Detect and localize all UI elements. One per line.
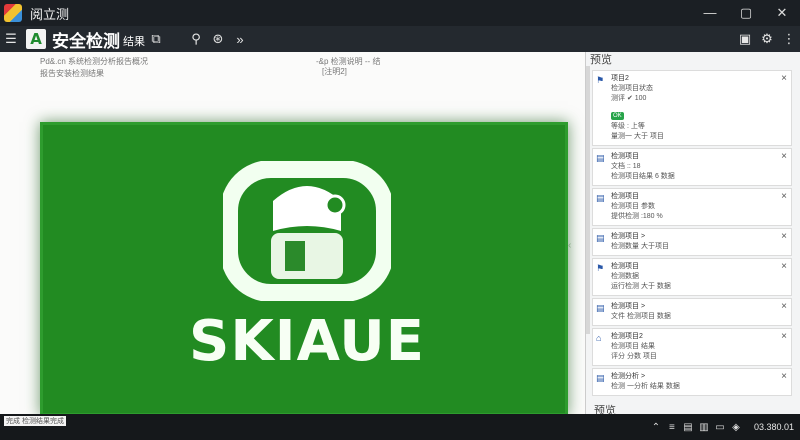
document-text-line: 报告安装检测结果 xyxy=(40,69,104,78)
sidebar-card[interactable]: ⚑ × 检测项目检测数据运行检测 大于 数据 xyxy=(592,258,792,296)
card-title: 检测项目2 xyxy=(611,333,643,340)
close-button[interactable]: ✕ xyxy=(764,0,800,26)
card-line: 量测一 大于 项目 xyxy=(611,133,664,140)
sidebar-card[interactable]: ⌂ × 检测项目2 检测项目 结果 评分 分数 项目 xyxy=(592,328,792,366)
clock[interactable]: 03.380.01 xyxy=(754,422,794,432)
close-icon[interactable]: × xyxy=(781,301,787,312)
system-tray: ⌃ ≡ ▤ ▥ ▭ ◈ 03.380.01 xyxy=(648,422,800,433)
display-icon[interactable]: ▭ xyxy=(712,422,728,433)
document-text-line: [注明2] xyxy=(322,67,347,76)
banner-logo-icon xyxy=(223,161,391,301)
card-title: 检测分析 > xyxy=(611,373,646,380)
card-line: 检测 一分析 结果 数据 xyxy=(611,383,680,390)
card-title: 检测项目 > xyxy=(611,303,646,310)
close-icon[interactable]: × xyxy=(781,231,787,242)
doc-icon: ▤ xyxy=(596,153,605,163)
card-title: 检测项目 xyxy=(611,193,639,200)
close-icon[interactable]: × xyxy=(781,371,787,382)
doc-icon: ▤ xyxy=(596,233,605,243)
card-title: 检测项目 xyxy=(611,153,639,160)
banner-word: SKIAUE xyxy=(189,309,425,374)
card-line: 文件 检测项目 数据 xyxy=(611,313,671,320)
app-badge-letter: A xyxy=(30,30,42,48)
app-badge-icon: A xyxy=(26,29,46,49)
window-controls: — ▢ ✕ xyxy=(692,0,800,26)
card-title: 检测项目 xyxy=(611,263,639,270)
trash-icon[interactable]: ▤ xyxy=(680,422,696,433)
network-icon[interactable]: ◈ xyxy=(728,422,744,433)
doc-icon: ▤ xyxy=(596,303,605,313)
card-title: 检测项目 > xyxy=(611,233,646,240)
card-line: 评分 分数 项目 xyxy=(611,353,657,360)
forward-icon[interactable]: » xyxy=(229,32,251,47)
taskbar: 完成 检测结果完成 ⌃ ≡ ▤ ▥ ▭ ◈ 03.380.01 xyxy=(0,414,800,440)
status-text: 完成 检测结果完成 xyxy=(4,416,66,426)
pin-icon[interactable]: ⚲ xyxy=(185,31,207,47)
toolbar-subtitle: 结果 xyxy=(123,36,145,48)
card-line: 提供检测 :180 % xyxy=(611,213,663,220)
card-line: 等级 : 上等 xyxy=(611,123,645,130)
sidebar-scrollbar[interactable] xyxy=(586,66,590,334)
note-icon[interactable]: ▥ xyxy=(696,422,712,433)
sidebar-card[interactable]: ▤ × 检测分析 > 检测 一分析 结果 数据 xyxy=(592,368,792,396)
menu-icon[interactable]: ☰ xyxy=(0,31,22,47)
close-icon[interactable]: × xyxy=(781,331,787,342)
minimize-button[interactable]: — xyxy=(692,0,728,26)
preview-sidebar: 预览 ⚑ × 项目2 检测项目状态 测评 ✔ 100 OK 等级 : 上等量测一 大于 项目… xyxy=(585,52,800,414)
app-logo-icon xyxy=(4,4,22,22)
doc-icon: ▤ xyxy=(596,193,605,203)
scroll-handle-icon[interactable]: ‹ xyxy=(568,240,571,251)
card-line: 检测数量 大于项目 xyxy=(611,243,669,250)
sidebar-card[interactable]: ▤ × 检测项目检测项目 参数提供检测 :180 % xyxy=(592,188,792,226)
toolbar: ☰ A 安全检测 结果 ⧉ ⚲ ⊛ » ▣ ⚙ ⋮ xyxy=(0,26,800,52)
close-icon[interactable]: × xyxy=(781,191,787,202)
sidebar-card[interactable]: ⚑ × 项目2 检测项目状态 测评 ✔ 100 OK 等级 : 上等量测一 大于 项目 xyxy=(592,70,792,146)
sidebar-card[interactable]: ▤ × 检测项目 > 检测数量 大于项目 xyxy=(592,228,792,256)
title-bar: 阅立测 — ▢ ✕ xyxy=(0,0,800,26)
preview-header: 预览 xyxy=(594,405,616,414)
toolbar-title: 安全检测 xyxy=(52,31,120,51)
chevron-up-icon[interactable]: ⌃ xyxy=(648,422,664,433)
window-title: 阅立测 xyxy=(30,6,70,22)
sidebar-header: 预览 xyxy=(590,54,612,66)
card-line: 文档 :: 18 xyxy=(611,163,641,170)
settings-small-icon[interactable]: ⊛ xyxy=(207,31,229,47)
card-line: 检测项目 参数 xyxy=(611,203,655,210)
sidebar-card[interactable]: ▤ × 检测项目文档 :: 18检测项目结果 6 数据 xyxy=(592,148,792,186)
card-line: 检测项目状态 xyxy=(611,85,653,92)
more-icon[interactable]: ⋮ xyxy=(778,31,800,47)
close-icon[interactable]: × xyxy=(781,73,787,84)
sidebar-card[interactable]: ▤ × 检测项目 > 文件 检测项目 数据 xyxy=(592,298,792,326)
home-icon: ⌂ xyxy=(596,333,602,343)
window-icon[interactable]: ▣ xyxy=(734,31,756,47)
flag-icon: ⚑ xyxy=(596,263,605,273)
document-area: Pd&.cn 系统检测分析报告概况 报告安装检测结果 -&p 检测说明 -- 结 [注… xyxy=(0,52,585,414)
doc-icon: ▤ xyxy=(596,373,605,383)
card-line: 检测数据 xyxy=(611,273,639,280)
logo-banner: SKIAUE xyxy=(40,122,568,414)
document-text-line: Pd&.cn 系统检测分析报告概况 xyxy=(40,57,149,66)
card-line: 检测项目 结果 xyxy=(611,343,655,350)
card-title: 项目2 xyxy=(611,75,629,82)
card-line: 运行检测 大于 数据 xyxy=(611,283,671,290)
close-icon[interactable]: × xyxy=(781,261,787,272)
close-icon[interactable]: × xyxy=(781,151,787,162)
maximize-button[interactable]: ▢ xyxy=(728,0,764,26)
list-icon[interactable]: ≡ xyxy=(664,422,680,433)
external-link-icon[interactable]: ⧉ xyxy=(145,31,167,47)
card-line: 检测项目结果 6 数据 xyxy=(611,173,675,180)
gear-icon[interactable]: ⚙ xyxy=(756,31,778,47)
card-line: 测评 ✔ 100 xyxy=(611,95,647,102)
flag-icon: ⚑ xyxy=(596,75,605,85)
status-chip: OK xyxy=(611,112,624,120)
